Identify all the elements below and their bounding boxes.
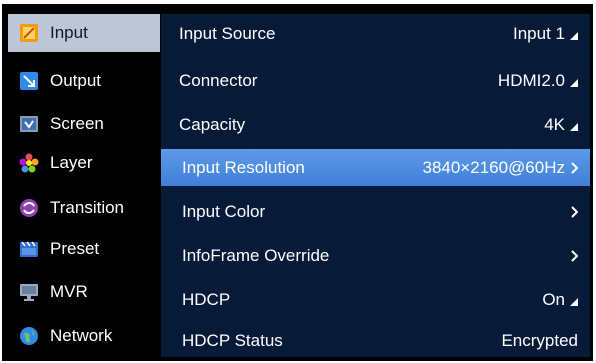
sidebar-item-mvr[interactable]: MVR	[8, 273, 160, 311]
setting-value: Encrypted	[501, 331, 578, 350]
sidebar-item-output[interactable]: Output	[8, 62, 160, 100]
sidebar-item-label: MVR	[50, 282, 88, 301]
dropdown-triangle-icon	[570, 298, 578, 306]
chevron-right-icon	[571, 206, 578, 218]
sidebar-item-label: Transition	[50, 198, 125, 217]
sidebar: Input Output Screen Layer Transition Pre…	[8, 14, 160, 357]
setting-row-input-resolution[interactable]: Input Resolution 3840×2160@60Hz	[161, 149, 590, 186]
setting-row-input-color[interactable]: Input Color	[161, 193, 590, 231]
sidebar-item-label: Output	[50, 71, 102, 90]
setting-row-input-source[interactable]: Input Source Input 1	[161, 15, 590, 53]
dropdown-triangle-icon	[570, 32, 578, 40]
setting-row-hdcp[interactable]: HDCP On	[161, 281, 590, 319]
setting-value: HDMI2.0	[497, 71, 565, 90]
transition-icon	[18, 197, 40, 219]
sidebar-item-label: Input	[50, 23, 88, 42]
sidebar-item-label: Network	[50, 326, 113, 345]
setting-label: Input Source	[179, 24, 276, 43]
chevron-right-icon	[571, 161, 578, 174]
setting-label: Connector	[179, 71, 258, 90]
dropdown-triangle-icon	[570, 123, 578, 131]
sidebar-item-screen[interactable]: Screen	[8, 105, 160, 143]
setting-label: InfoFrame Override	[182, 246, 330, 265]
sidebar-item-label: Preset	[50, 239, 100, 258]
network-icon	[18, 325, 40, 347]
screen-icon	[18, 113, 40, 135]
sidebar-item-input[interactable]: Input	[8, 14, 160, 52]
output-icon	[18, 70, 40, 92]
sidebar-item-label: Screen	[50, 114, 104, 133]
dropdown-triangle-icon	[570, 79, 578, 87]
layer-icon	[18, 152, 40, 174]
setting-row-connector[interactable]: Connector HDMI2.0	[161, 62, 590, 100]
chevron-right-icon	[571, 250, 578, 262]
setting-value: 3840×2160@60Hz	[422, 157, 565, 177]
setting-label: HDCP Status	[182, 331, 283, 350]
sidebar-item-network[interactable]: Network	[8, 317, 160, 355]
sidebar-item-layer[interactable]: Layer	[8, 144, 160, 182]
setting-label: Input Resolution	[182, 157, 305, 177]
setting-row-hdcp-status: HDCP Status Encrypted	[161, 322, 590, 360]
input-icon	[18, 22, 40, 44]
settings-panel: Input Source Input 1 Connector HDMI2.0 C…	[161, 14, 590, 357]
setting-value: On	[542, 290, 565, 309]
sidebar-item-label: Layer	[50, 153, 93, 172]
preset-icon	[18, 238, 40, 260]
sidebar-item-preset[interactable]: Preset	[8, 230, 160, 268]
setting-row-infoframe-override[interactable]: InfoFrame Override	[161, 237, 590, 275]
setting-value: 4K	[544, 115, 565, 134]
sidebar-item-transition[interactable]: Transition	[8, 189, 160, 227]
setting-label: Capacity	[179, 115, 246, 134]
setting-row-capacity[interactable]: Capacity 4K	[161, 106, 590, 144]
setting-label: HDCP	[182, 290, 231, 309]
setting-value: Input 1	[513, 24, 565, 43]
mvr-icon	[18, 281, 40, 303]
setting-label: Input Color	[182, 202, 266, 221]
